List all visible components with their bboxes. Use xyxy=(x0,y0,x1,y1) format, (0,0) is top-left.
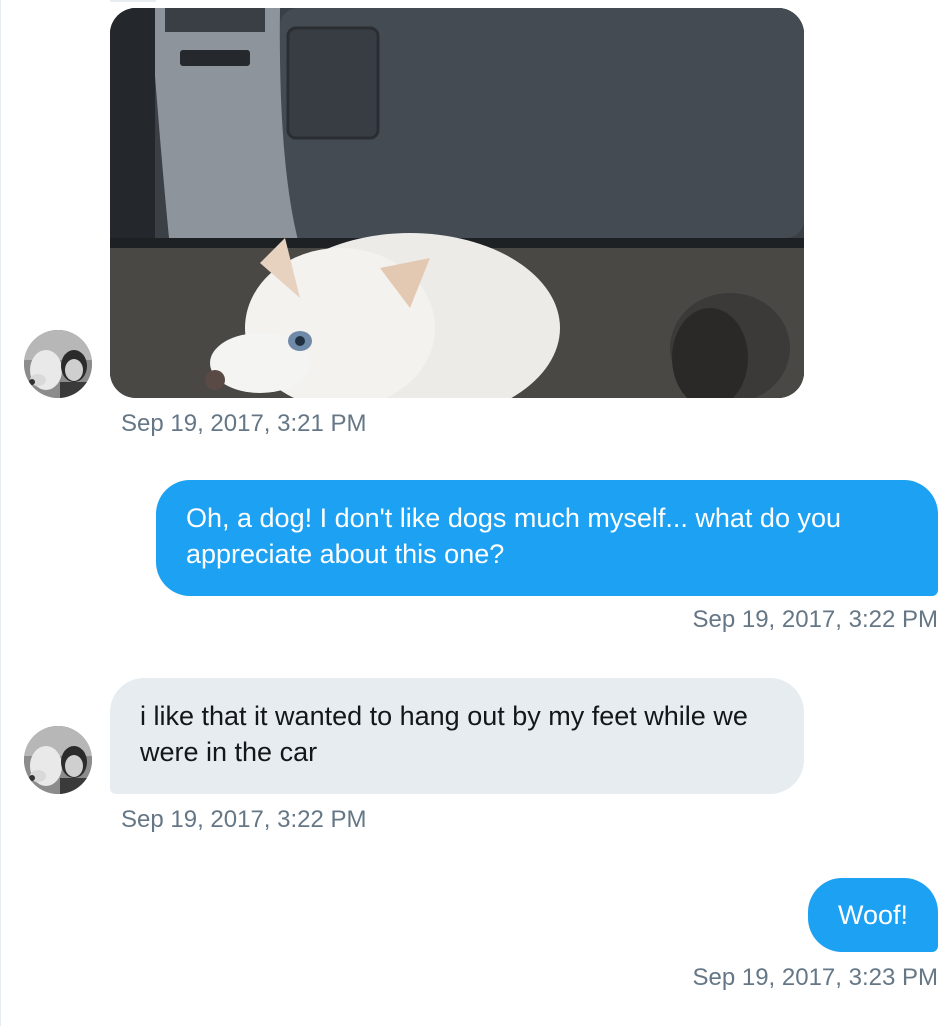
message-timestamp: Sep 19, 2017, 3:23 PM xyxy=(692,964,938,991)
message-photo[interactable] xyxy=(110,8,804,398)
received-message-bubble[interactable]: i like that it wanted to hang out by my … xyxy=(110,678,804,794)
panel-border xyxy=(0,0,1,1026)
panel-divider xyxy=(110,0,156,2)
photo-dog-under-dashboard xyxy=(110,8,804,398)
avatar-image xyxy=(24,726,92,794)
message-timestamp: Sep 19, 2017, 3:21 PM xyxy=(121,410,367,437)
message-timestamp: Sep 19, 2017, 3:22 PM xyxy=(692,606,938,633)
avatar-image xyxy=(24,330,92,398)
sent-message-bubble[interactable]: Woof! xyxy=(807,878,938,952)
sent-message-bubble[interactable]: Oh, a dog! I don't like dogs much myself… xyxy=(156,480,938,596)
sender-avatar[interactable] xyxy=(24,726,92,794)
sender-avatar[interactable] xyxy=(24,330,92,398)
message-timestamp: Sep 19, 2017, 3:22 PM xyxy=(121,806,367,833)
